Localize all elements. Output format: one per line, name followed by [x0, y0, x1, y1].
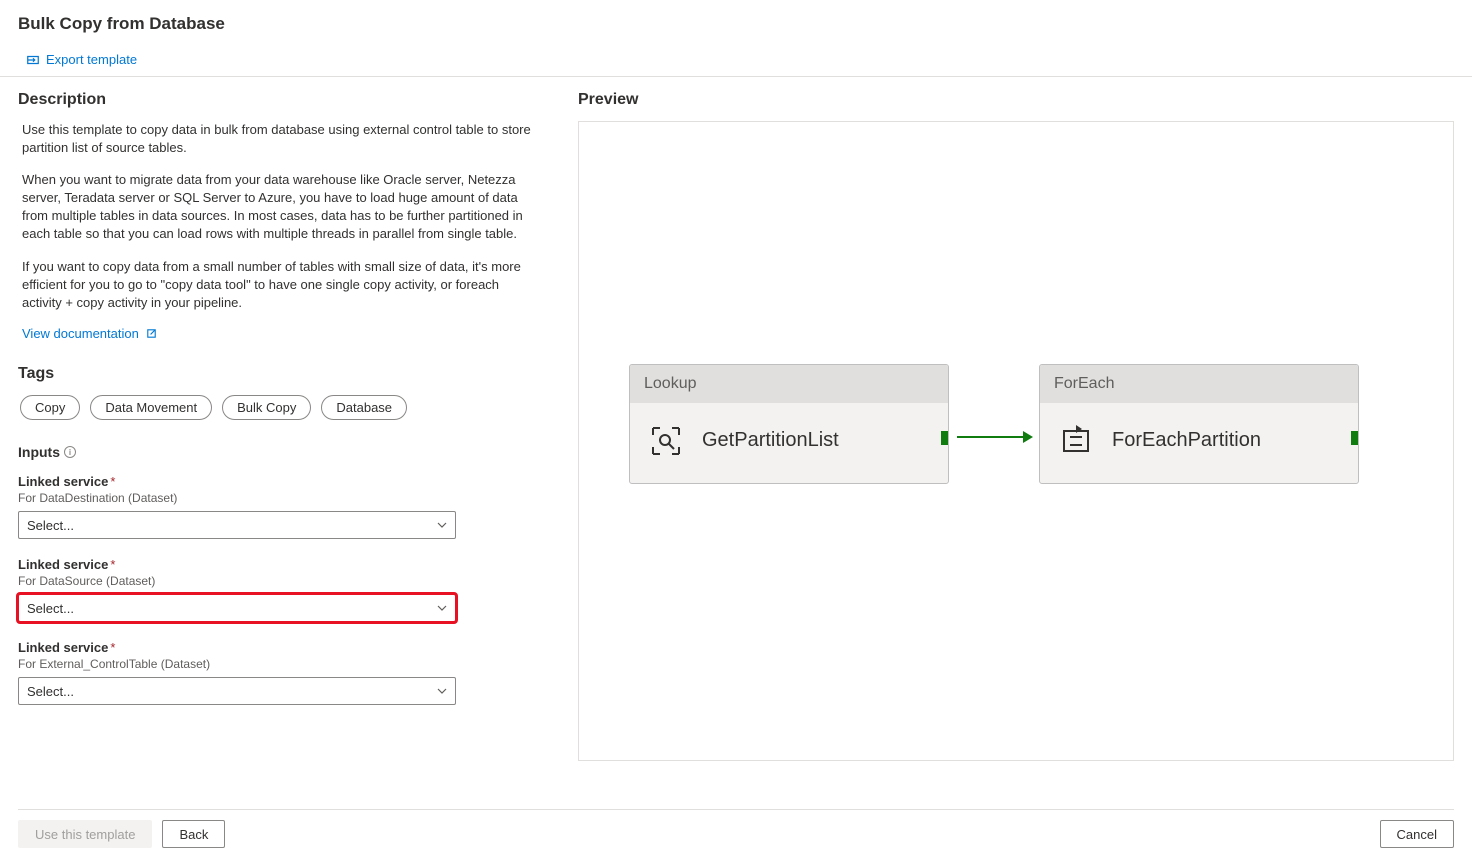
- description-p1: Use this template to copy data in bulk f…: [18, 121, 538, 157]
- export-template-link[interactable]: Export template: [26, 52, 137, 67]
- linked-service-3-value: Select...: [27, 684, 74, 699]
- linked-service-1-value: Select...: [27, 518, 74, 533]
- node-name-foreach: ForEachPartition: [1112, 429, 1261, 452]
- linked-service-3-select[interactable]: Select...: [18, 677, 456, 705]
- node-type-lookup: Lookup: [630, 365, 948, 403]
- linked-service-3-label: Linked service: [18, 640, 108, 655]
- tags-row: Copy Data Movement Bulk Copy Database: [18, 395, 538, 420]
- page-title: Bulk Copy from Database: [18, 14, 1454, 34]
- chevron-down-icon: [437, 603, 447, 613]
- linked-service-2-select[interactable]: Select...: [18, 594, 456, 622]
- foreach-icon: [1058, 423, 1094, 459]
- arrow-head-icon: [1023, 431, 1033, 443]
- export-icon: [26, 53, 40, 67]
- description-p2: When you want to migrate data from your …: [18, 171, 538, 244]
- tag-database: Database: [321, 395, 407, 420]
- external-link-icon: [145, 327, 158, 340]
- linked-service-2-label: Linked service: [18, 557, 108, 572]
- node-type-foreach: ForEach: [1040, 365, 1358, 403]
- preview-canvas[interactable]: Lookup GetPartitionList ForEach: [578, 121, 1454, 761]
- pipeline-node-foreach[interactable]: ForEach ForEachPartition: [1039, 364, 1359, 484]
- linked-service-2-sub: For DataSource (Dataset): [18, 574, 538, 588]
- linked-service-1-label: Linked service: [18, 474, 108, 489]
- back-button[interactable]: Back: [162, 820, 225, 848]
- tags-heading: Tags: [18, 365, 538, 383]
- tag-bulk-copy: Bulk Copy: [222, 395, 311, 420]
- chevron-down-icon: [437, 686, 447, 696]
- linked-service-3-sub: For External_ControlTable (Dataset): [18, 657, 538, 671]
- export-template-label: Export template: [46, 52, 137, 67]
- tag-data-movement: Data Movement: [90, 395, 212, 420]
- output-port[interactable]: [941, 431, 949, 445]
- view-documentation-label: View documentation: [22, 326, 139, 341]
- required-asterisk: *: [110, 640, 115, 655]
- view-documentation-link[interactable]: View documentation: [18, 326, 158, 341]
- linked-service-1-select[interactable]: Select...: [18, 511, 456, 539]
- pipeline-node-lookup[interactable]: Lookup GetPartitionList: [629, 364, 949, 484]
- tag-copy: Copy: [20, 395, 80, 420]
- linked-service-1-sub: For DataDestination (Dataset): [18, 491, 538, 505]
- cancel-button[interactable]: Cancel: [1380, 820, 1454, 848]
- info-icon[interactable]: i: [64, 446, 76, 458]
- linked-service-2-value: Select...: [27, 601, 74, 616]
- chevron-down-icon: [437, 520, 447, 530]
- preview-heading: Preview: [578, 91, 1454, 109]
- description-heading: Description: [18, 91, 538, 109]
- node-name-lookup: GetPartitionList: [702, 429, 839, 452]
- required-asterisk: *: [110, 474, 115, 489]
- inputs-heading-label: Inputs: [18, 444, 60, 460]
- description-p3: If you want to copy data from a small nu…: [18, 258, 538, 313]
- lookup-icon: [648, 423, 684, 459]
- required-asterisk: *: [110, 557, 115, 572]
- output-port[interactable]: [1351, 431, 1359, 445]
- use-this-template-button: Use this template: [18, 820, 152, 848]
- inputs-heading: Inputs i: [18, 444, 76, 460]
- connector-arrow: [957, 436, 1025, 438]
